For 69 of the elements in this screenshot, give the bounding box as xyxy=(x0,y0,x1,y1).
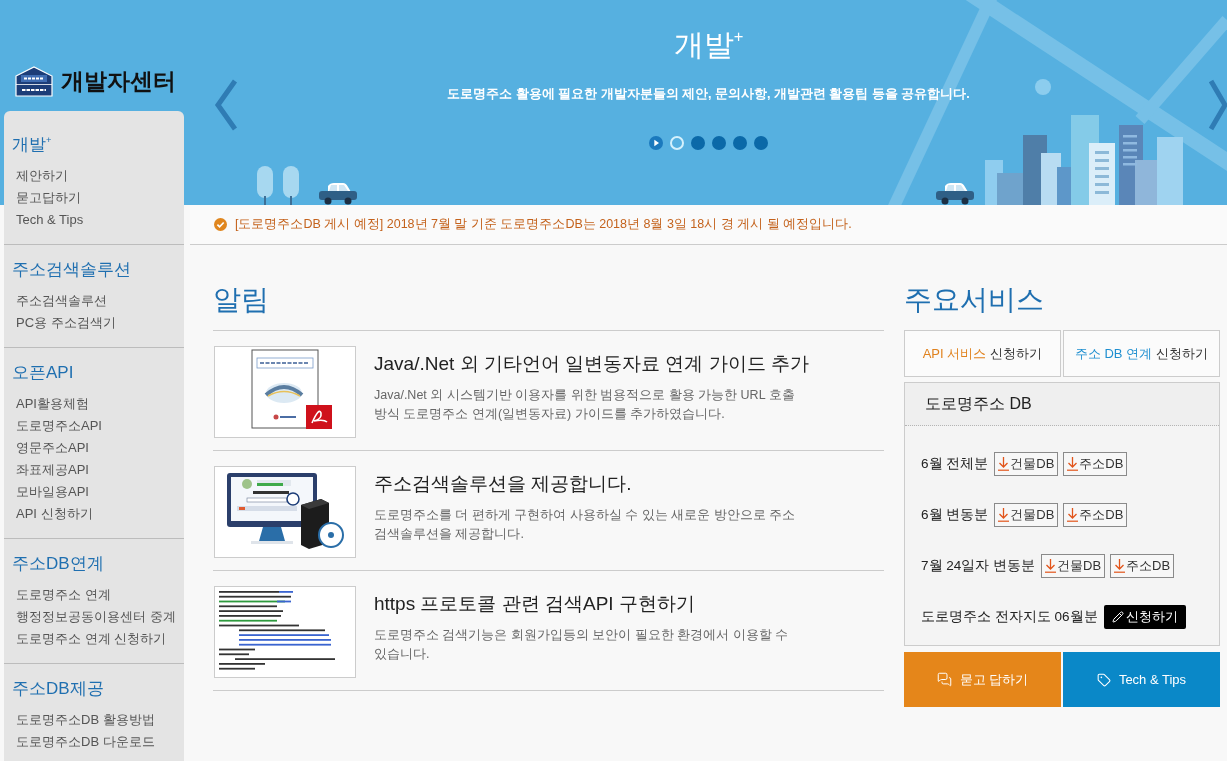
row-label: 7월 24일자 변동분 xyxy=(921,556,1036,575)
panel-title: 도로명주소 DB xyxy=(905,383,1219,426)
download-icon xyxy=(1114,558,1126,573)
news-description: 도로명주소 검색기능은 회원가입등의 보안이 필요한 환경에서 이용할 수 있습니다. xyxy=(374,627,790,663)
slide-dot[interactable] xyxy=(712,136,726,150)
service-link-button[interactable]: 주소 DB 연계 신청하기 xyxy=(1063,330,1220,377)
news-title[interactable]: Java/.Net 외 기타언어 일변동자료 연계 가이드 추가 xyxy=(374,352,809,376)
tag-icon xyxy=(1096,672,1111,687)
row-label: 도로명주소 전자지도 06월분 xyxy=(921,607,1098,626)
sidebar-item[interactable]: 도로명주소API xyxy=(12,415,102,437)
download-button[interactable]: 건물DB xyxy=(994,451,1059,476)
tree-drawing xyxy=(283,166,299,205)
logo-icon xyxy=(15,66,53,97)
quick-link-button[interactable]: Tech & Tips xyxy=(1063,652,1220,707)
pencil-icon xyxy=(1111,610,1124,623)
sidebar-item[interactable]: 제안하기 xyxy=(12,165,68,187)
download-button[interactable]: 주소DB xyxy=(1063,451,1128,476)
apply-button[interactable]: 신청하기 xyxy=(1103,604,1186,629)
sidebar-item[interactable]: 도로명주소DB 활용방법 xyxy=(12,709,155,731)
download-icon xyxy=(998,507,1010,522)
download-icon xyxy=(1067,456,1079,471)
banner-subtitle: 도로명주소 활용에 필요한 개발자분들의 제안, 문의사항, 개발관련 활용팁 등을 공유합니다. xyxy=(447,86,970,102)
sidebar-item[interactable]: 행정정보공동이용센터 중계 xyxy=(12,606,176,628)
service-link-button[interactable]: API 서비스 신청하기 xyxy=(904,330,1061,377)
sidebar-heading[interactable]: 오픈API xyxy=(12,361,74,385)
sidebar-heading[interactable]: 주소DB제공 xyxy=(12,677,104,701)
news-title[interactable]: https 프로토콜 관련 검색API 구현하기 xyxy=(374,592,695,616)
sidebar-item[interactable]: 도로명주소 연계 신청하기 xyxy=(12,628,167,650)
download-icon xyxy=(998,456,1010,471)
sidebar-item[interactable]: PC용 주소검색기 xyxy=(12,312,116,334)
sidebar-item[interactable]: 도로명주소DB 다운로드 xyxy=(12,731,155,753)
section-heading: 알림 xyxy=(213,282,884,331)
sidebar-item[interactable]: 묻고답하기 xyxy=(12,187,81,209)
download-icon xyxy=(1045,558,1057,573)
notice-text[interactable]: [도로명주소DB 게시 예정] 2018년 7월 말 기준 도로명주소DB는 2018년 8월 3일 18시 경 게시 될 예정입니다. xyxy=(235,216,852,233)
sidebar-heading[interactable]: 주소검색솔루션 xyxy=(12,258,131,282)
news-description: 도로명주소를 더 편하게 구현하여 사용하실 수 있는 새로운 방안으로 주소검색솔루션을 제공합니다. xyxy=(374,507,797,543)
slide-dot[interactable] xyxy=(754,136,768,150)
sidebar-heading[interactable]: 개발$^{+}$ xyxy=(12,133,52,157)
sidebar-item[interactable]: 주소검색솔루션 xyxy=(12,290,107,312)
slide-dot[interactable] xyxy=(733,136,747,150)
chevron-left-icon[interactable] xyxy=(214,78,238,132)
sidebar-heading[interactable]: 주소DB연계 xyxy=(12,552,104,576)
slide-dot[interactable] xyxy=(670,136,684,150)
banner-title: 개발$^{+}$ xyxy=(673,25,744,63)
sidebar-item[interactable]: API 신청하기 xyxy=(12,503,93,525)
download-button[interactable]: 주소DB xyxy=(1110,553,1175,578)
chevron-right-icon[interactable] xyxy=(1208,78,1227,132)
download-icon xyxy=(1067,507,1079,522)
news-title[interactable]: 주소검색솔루션을 제공합니다. xyxy=(374,472,632,496)
row-label: 6월 전체분 xyxy=(921,454,989,473)
site-title[interactable]: 개발자센터 xyxy=(61,66,176,97)
slide-dot[interactable] xyxy=(691,136,705,150)
play-icon[interactable] xyxy=(649,136,663,150)
download-button[interactable]: 건물DB xyxy=(1041,553,1106,578)
download-button[interactable]: 주소DB xyxy=(1063,502,1128,527)
sidebar-item[interactable]: API활용체험 xyxy=(12,393,89,415)
sidebar-item[interactable]: Tech & Tips xyxy=(12,209,84,231)
tree-drawing xyxy=(257,166,273,205)
sidebar-item[interactable]: 영문주소API xyxy=(12,437,89,459)
sidebar-item[interactable]: 좌표제공API xyxy=(12,459,89,481)
sidebar-item[interactable]: 도로명주소 연계 xyxy=(12,584,111,606)
chat-icon xyxy=(936,672,952,687)
row-label: 6월 변동분 xyxy=(921,505,989,524)
sidebar-item[interactable]: 모바일용API xyxy=(12,481,89,503)
section-heading: 주요서비스 xyxy=(904,283,1045,317)
check-circle-icon xyxy=(214,218,227,231)
news-description: Java/.Net 외 시스템기반 이용자를 위한 범용적으로 활용 가능한 URL 호출방식 도로명주소 연계(일변동자료) 가이드를 추가하였습니다. xyxy=(374,387,796,423)
download-button[interactable]: 건물DB xyxy=(994,502,1059,527)
